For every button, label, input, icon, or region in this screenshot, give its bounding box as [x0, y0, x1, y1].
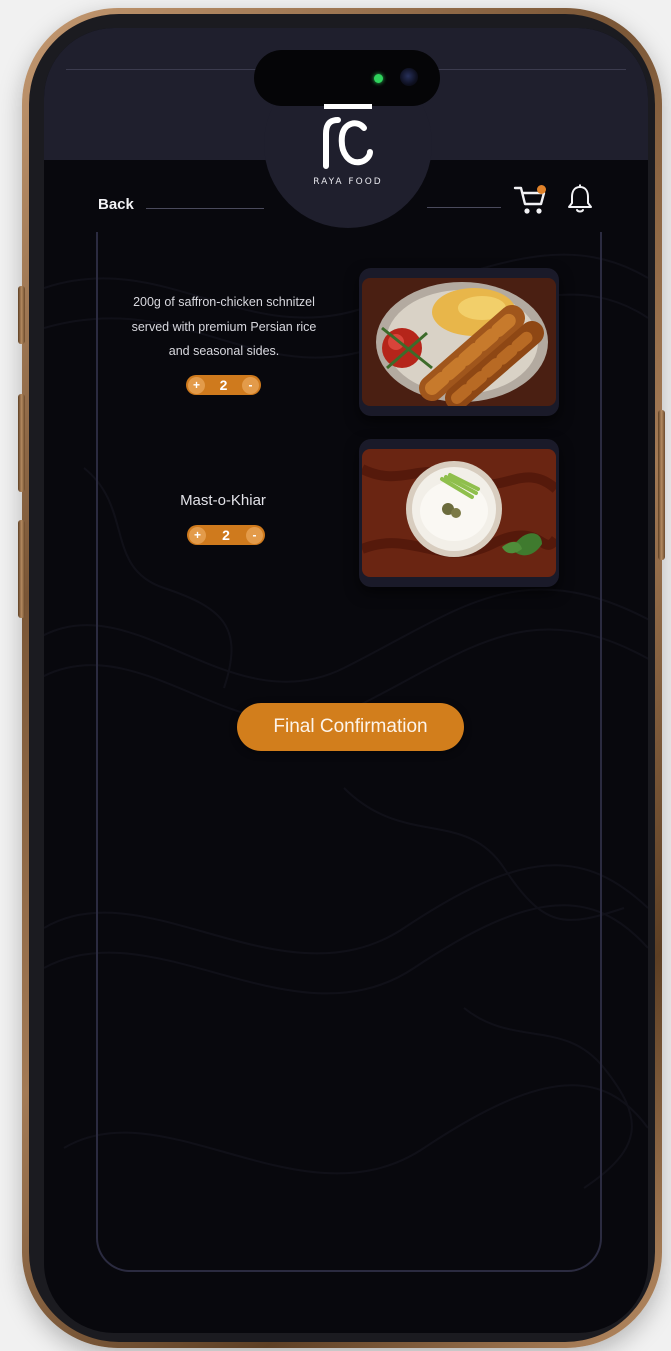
front-camera: [400, 68, 418, 86]
power-button: [658, 410, 665, 560]
quantity-stepper: + 2 -: [186, 375, 261, 395]
nav-divider-right: [427, 207, 501, 208]
quantity-value: 2: [222, 527, 230, 543]
quantity-stepper: + 2 -: [187, 525, 265, 545]
cart-badge: [537, 185, 546, 194]
dynamic-island: [254, 50, 440, 106]
bell-icon[interactable]: [567, 184, 593, 214]
yogurt-bowl-image: [362, 449, 556, 577]
nav-divider-left: [146, 208, 264, 209]
increase-button[interactable]: +: [188, 376, 205, 394]
app-screen: RAYA FOOD Back 200g of saffron-chicken s…: [44, 28, 648, 1333]
brand-logo-icon[interactable]: [316, 104, 380, 174]
back-button[interactable]: Back: [98, 196, 134, 213]
quantity-value: 2: [219, 377, 228, 393]
item-title: Mast-o-Khiar: [180, 492, 266, 509]
item-description: 200g of saffron-chicken schnitzel served…: [131, 295, 317, 358]
camera-indicator: [374, 74, 383, 83]
brand-name: RAYA FOOD: [313, 177, 383, 187]
food-image-card[interactable]: [359, 439, 559, 587]
volume-down-button: [18, 520, 25, 618]
volume-up-button: [18, 394, 25, 492]
chicken-kebab-image: [362, 278, 556, 406]
final-confirmation-button[interactable]: Final Confirmation: [237, 703, 464, 751]
food-image-card[interactable]: [359, 268, 559, 416]
mute-switch: [18, 286, 25, 344]
decrease-button[interactable]: -: [242, 376, 259, 394]
decrease-button[interactable]: -: [246, 526, 263, 544]
increase-button[interactable]: +: [189, 526, 206, 544]
